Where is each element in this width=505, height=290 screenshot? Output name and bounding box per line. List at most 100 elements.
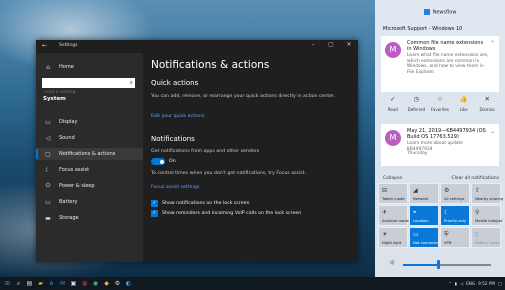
moon-icon: ☾ [444, 209, 450, 216]
collapse-link[interactable]: Collapse [383, 176, 402, 181]
tile-label: Mobile hotspot [475, 219, 503, 223]
action-label: Favorites [430, 107, 450, 112]
start-icon[interactable]: ⊞ [3, 279, 12, 288]
tile-label: Nearby sharing [475, 197, 504, 201]
read-button[interactable]: ✓ Read [382, 95, 404, 119]
tile-location[interactable]: ⌖ Location [409, 205, 439, 226]
sidebar-item-power[interactable]: ⏻ Power & sleep [36, 180, 143, 192]
tile-nearby-sharing[interactable]: ⇪ Nearby sharing [471, 183, 504, 204]
quick-actions-description: You can add, remove, or rearrange your q… [151, 94, 336, 99]
sidebar-item-home[interactable]: ⌂ Home [36, 61, 143, 73]
avatar: M [385, 42, 401, 58]
volume-icon[interactable]: ◁ [460, 281, 463, 286]
tile-battery-saver[interactable]: ▯ Battery saver [471, 227, 501, 248]
sidebar-item-display[interactable]: ▭ Display [36, 116, 143, 128]
deferred-button[interactable]: ◷ Deferred [405, 95, 427, 119]
action-label: Dismiss [479, 107, 495, 112]
file-explorer-icon[interactable]: ▰ [36, 279, 45, 288]
power-icon: ⏻ [45, 182, 51, 189]
tile-connect[interactable]: ▭ Not connected [409, 227, 440, 248]
search-icon[interactable]: ⌕ [14, 279, 23, 288]
app-icon[interactable]: ◆ [102, 279, 111, 288]
hotspot-icon: ⚲ [475, 209, 480, 216]
notifications-toggle[interactable] [151, 158, 165, 165]
tile-label: All settings [444, 197, 465, 201]
store-icon[interactable]: ▣ [69, 279, 78, 288]
checkbox-label: Show reminders and incoming VoIP calls o… [162, 211, 302, 216]
clock[interactable]: 9:52 PM [478, 281, 495, 286]
back-arrow-icon[interactable]: ← [42, 42, 47, 49]
settings-icon[interactable]: ⚙ [113, 279, 122, 288]
clear-all-link[interactable]: Clear all notifications [451, 176, 499, 181]
notification-meta: Thursday [407, 151, 428, 156]
toggle-state-label: On [169, 159, 176, 164]
chevron-up-icon[interactable]: ⌃ [448, 281, 452, 286]
sidebar-item-focus-assist[interactable]: ☾ Focus assist [36, 164, 143, 176]
voip-checkbox-row[interactable]: ✓ Show reminders and incoming VoIP calls… [151, 210, 301, 217]
speaker-icon: ◁ [45, 134, 51, 142]
notification-card[interactable]: M Common file name extensions in Windows… [381, 36, 499, 92]
tile-label: Priority only [444, 219, 467, 223]
sidebar-item-label: Display [59, 119, 78, 125]
tile-network[interactable]: ◢ Network [409, 183, 439, 204]
tile-vpn[interactable]: ⛨ VPN [440, 227, 470, 248]
share-icon: ⇪ [475, 187, 481, 194]
home-icon: ⌂ [46, 63, 50, 71]
network-icon[interactable]: ▮ [455, 281, 457, 286]
tile-label: Tablet mode [382, 197, 405, 201]
chevron-up-icon[interactable]: ⌃ [490, 40, 495, 47]
search-box[interactable]: ⌕ [42, 78, 135, 98]
app-icon[interactable]: ◉ [91, 279, 100, 288]
tile-tablet-mode[interactable]: ⊟ Tablet mode [378, 183, 408, 204]
task-view-icon[interactable]: ▤ [25, 279, 34, 288]
mail-icon[interactable]: ✉ [58, 279, 67, 288]
app-icon[interactable]: ◐ [124, 279, 133, 288]
search-icon[interactable]: ⌕ [130, 79, 133, 87]
storage-icon: ▬ [45, 214, 51, 222]
tile-label: Battery saver [475, 241, 500, 245]
sidebar-item-sound[interactable]: ◁ Sound [36, 132, 143, 144]
gear-icon: ⚙ [444, 187, 450, 194]
checkbox-checked[interactable]: ✓ [151, 200, 158, 207]
notifications-heading: Notifications [151, 135, 195, 143]
like-button[interactable]: 👍 Like [453, 95, 475, 119]
close-icon: ✕ [484, 95, 490, 103]
sidebar-item-label: Sound [59, 135, 75, 141]
edge-icon[interactable]: e [47, 279, 56, 288]
sidebar-item-notifications[interactable]: ▢ Notifications & actions [36, 148, 143, 160]
settings-window: ← Settings – ▢ ✕ ⌂ Home ⌕ System ▭ Displ… [36, 40, 358, 262]
checkbox-checked[interactable]: ✓ [151, 210, 158, 217]
brightness-icon: ☼ [389, 259, 396, 267]
tile-night-light[interactable]: ☀ Night light [378, 227, 408, 248]
sidebar-item-battery[interactable]: ▭ Battery [36, 196, 143, 208]
brightness-slider[interactable]: ☼ [389, 259, 494, 269]
language-indicator[interactable]: ENG [466, 281, 475, 286]
quick-actions-heading: Quick actions [151, 79, 199, 87]
sidebar-item-label: Focus assist [59, 167, 90, 173]
night-light-icon: ☀ [382, 231, 388, 238]
chevron-down-icon[interactable]: ⌄ [490, 128, 495, 135]
tile-all-settings[interactable]: ⚙ All settings [440, 183, 470, 204]
app-icon[interactable]: ◍ [80, 279, 89, 288]
dismiss-button[interactable]: ✕ Dismiss [476, 95, 498, 119]
focus-assist-link[interactable]: Focus assist settings [151, 185, 199, 190]
notification-actions: ✓ Read ◷ Deferred ☆ Favorites 👍 Like ✕ Dismis… [381, 95, 499, 119]
notification-title: May 21, 2019—KB4497934 (OS Build OS 1776… [407, 128, 486, 140]
tile-mobile-hotspot[interactable]: ⚲ Mobile hotspot [471, 205, 503, 226]
tile-label: Airplane mode [382, 219, 409, 223]
favorites-button[interactable]: ☆ Favorites [429, 95, 451, 119]
tile-airplane-mode[interactable]: ✈ Airplane mode [378, 205, 409, 226]
edit-quick-actions-link[interactable]: Edit your quick actions [151, 114, 205, 119]
notification-card[interactable]: M May 21, 2019—KB4497934 (OS Build OS 17… [381, 124, 499, 166]
display-icon: ▭ [413, 231, 419, 238]
focus-assist-text: To control times when you don't get noti… [151, 171, 307, 176]
taskbar: ⊞ ⌕ ▤ ▰ e ✉ ▣ ◍ ◉ ◆ ⚙ ◐ ⌃ ▮ ◁ ENG 9:52 P… [0, 277, 505, 290]
sidebar-item-label: Power & sleep [59, 183, 95, 189]
sidebar-item-storage[interactable]: ▬ Storage [36, 212, 143, 224]
action-center: Newsflow Microsoft Support - Windows 10 … [375, 0, 505, 277]
lock-screen-checkbox-row[interactable]: ✓ Show notifications on the lock screen [151, 200, 249, 207]
tile-focus-assist[interactable]: ☾ Priority only [440, 205, 470, 226]
action-center-icon[interactable]: ▢ [498, 281, 502, 286]
tile-label: Location [413, 219, 429, 223]
slider-thumb[interactable] [436, 260, 440, 269]
